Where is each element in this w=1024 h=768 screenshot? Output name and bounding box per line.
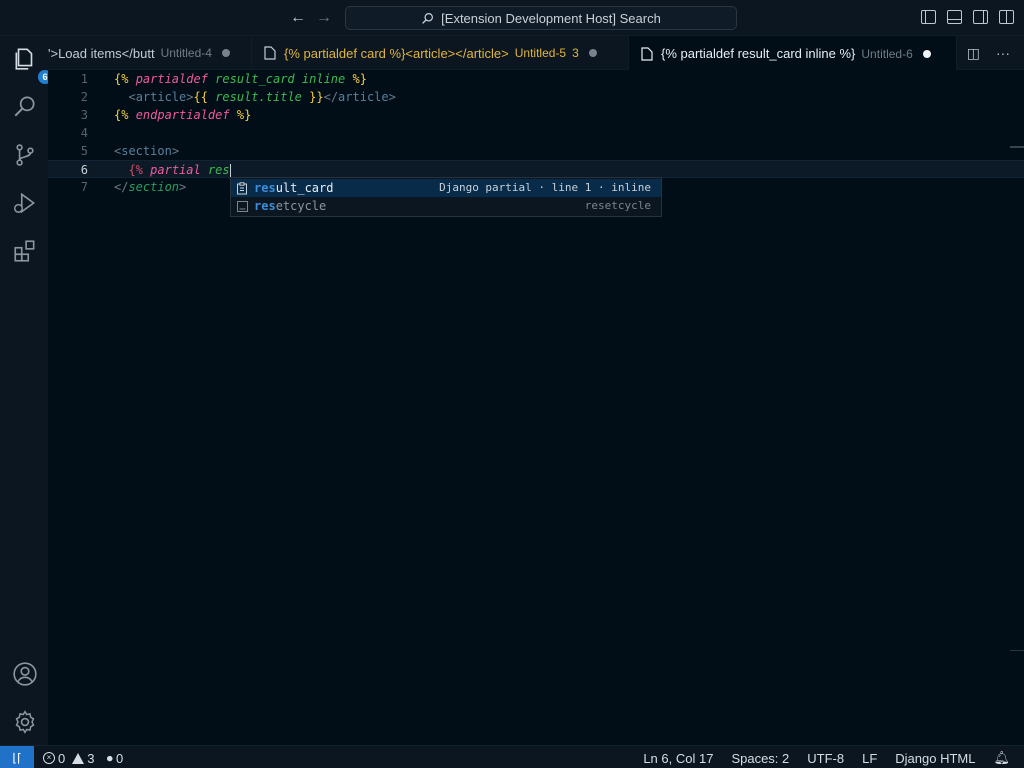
unsaved-dot-icon[interactable] — [922, 49, 931, 58]
source-control-icon[interactable] — [12, 142, 38, 168]
ports-count: 0 — [115, 750, 124, 766]
line-number: 7 — [80, 180, 88, 194]
remote-indicator-icon[interactable]: ⌊⌈ — [0, 746, 34, 768]
title-bar: ← → [Extension Development Host] Search — [0, 0, 1024, 36]
customize-layout-icon[interactable] — [999, 10, 1014, 24]
editor-actions: ◫ ··· — [967, 45, 1010, 62]
keyword-icon — [237, 201, 248, 212]
accounts-icon[interactable] — [12, 661, 38, 687]
go-forward-icon[interactable]: → — [315, 9, 333, 27]
suggestion-detail: Django partial · line 1 · inline — [439, 181, 651, 194]
tab-untitled-6[interactable]: {% partialdef result_card inline %} Unti… — [629, 36, 957, 71]
tab-title: '>Load items</butt — [48, 45, 155, 61]
line-content: {% partialdef result_card inline %} — [114, 72, 367, 86]
file-icon — [264, 46, 276, 60]
code-editor[interactable]: 1 {% partialdef result_card inline %} 2 … — [48, 70, 1024, 745]
warning-icon — [72, 752, 85, 764]
line-content: <section> — [114, 144, 180, 158]
line-number: 5 — [80, 144, 88, 158]
extensions-icon[interactable] — [12, 238, 38, 264]
autocomplete-suggest-widget: result_card Django partial · line 1 · in… — [230, 177, 662, 217]
code-line: 4 — [48, 124, 1024, 142]
suggestion-label: result_card — [254, 181, 334, 195]
toggle-panel-icon[interactable] — [947, 10, 962, 24]
line-content: <article>{{ result.title }}</article> — [128, 90, 396, 104]
layout-controls — [921, 10, 1014, 24]
line-content: {% partial res — [128, 163, 231, 178]
line-number: 2 — [80, 90, 88, 104]
toggle-primary-sidebar-icon[interactable] — [921, 10, 936, 24]
tab-title: {% partialdef result_card inline %} — [661, 46, 856, 61]
indentation[interactable]: Spaces: 2 — [731, 751, 789, 766]
file-icon — [641, 46, 653, 61]
line-number: 1 — [80, 72, 88, 86]
toggle-secondary-sidebar-icon[interactable] — [973, 10, 988, 24]
editor-tab-bar: '>Load items</butt Untitled-4 {% partial… — [48, 36, 1024, 71]
tab-untitled-4[interactable]: '>Load items</butt Untitled-4 — [48, 36, 252, 70]
suggestion-item-resetcycle[interactable]: resetcycle resetcycle — [231, 197, 661, 215]
text-cursor — [229, 163, 231, 178]
problem-count-badge: 3 — [572, 46, 579, 60]
code-line: 3 {% endpartialdef %} — [48, 106, 1024, 124]
tab-description: Untitled-6 — [861, 46, 913, 61]
error-icon: × — [43, 752, 55, 764]
tab-description: Untitled-5 — [514, 46, 567, 60]
suggestion-detail: resetcycle — [584, 199, 651, 212]
language-mode[interactable]: Django HTML — [895, 751, 975, 766]
activity-bar: 6 — [0, 36, 52, 745]
error-count: 0 — [58, 750, 66, 766]
line-number: 3 — [80, 108, 88, 122]
status-right: Ln 6, Col 17 Spaces: 2 UTF-8 LF Django H… — [643, 750, 1010, 766]
broadcast-icon: ⦁ — [106, 750, 113, 765]
end-of-line[interactable]: LF — [862, 751, 877, 766]
cursor-position[interactable]: Ln 6, Col 17 — [643, 751, 713, 766]
split-editor-icon[interactable]: ◫ — [967, 45, 980, 62]
tab-untitled-5[interactable]: {% partialdef card %}<article></article>… — [252, 36, 629, 70]
problems-status[interactable]: × 0 3 — [43, 751, 94, 766]
warning-count: 3 — [87, 750, 95, 766]
manage-gear-icon[interactable] — [12, 709, 38, 735]
command-center-search[interactable]: [Extension Development Host] Search — [345, 6, 737, 30]
search-view-icon[interactable] — [12, 93, 38, 119]
unsaved-dot-icon[interactable] — [221, 49, 230, 57]
unsaved-dot-icon[interactable] — [588, 49, 597, 57]
line-content: {% endpartialdef %} — [114, 108, 252, 122]
notifications-bell-icon[interactable]: 🔔︎ — [993, 750, 1010, 766]
overview-ruler-mark — [1010, 146, 1024, 148]
suggestion-label: resetcycle — [254, 199, 327, 213]
status-left: × 0 3 ⦁ 0 — [43, 750, 123, 766]
go-back-icon[interactable]: ← — [289, 9, 307, 27]
more-actions-icon[interactable]: ··· — [996, 45, 1010, 62]
ports-status[interactable]: ⦁ 0 — [106, 750, 123, 766]
snippet-icon — [237, 182, 247, 195]
line-number: 4 — [80, 126, 88, 140]
line-content: </section> — [114, 180, 187, 194]
tab-title: {% partialdef card %}<article></article> — [284, 45, 509, 61]
encoding[interactable]: UTF-8 — [807, 751, 844, 766]
current-code-line: 6 {% partial res — [48, 160, 1024, 178]
suggestion-item-result-card[interactable]: result_card Django partial · line 1 · in… — [231, 179, 661, 197]
code-line: 1 {% partialdef result_card inline %} — [48, 70, 1024, 88]
run-debug-icon[interactable] — [12, 190, 38, 216]
tab-description: Untitled-4 — [160, 46, 212, 60]
status-bar: ⌊⌈ × 0 3 ⦁ 0 Ln 6, Col 17 Spaces: 2 UTF-… — [0, 745, 1024, 768]
search-icon — [422, 12, 434, 24]
search-text: [Extension Development Host] Search — [441, 10, 661, 26]
explorer-icon[interactable]: 6 — [12, 46, 52, 84]
line-number: 6 — [80, 163, 88, 177]
overview-ruler-mark — [1010, 650, 1024, 651]
code-line: 2 <article>{{ result.title }}</article> — [48, 88, 1024, 106]
code-line: 5 <section> — [48, 142, 1024, 160]
